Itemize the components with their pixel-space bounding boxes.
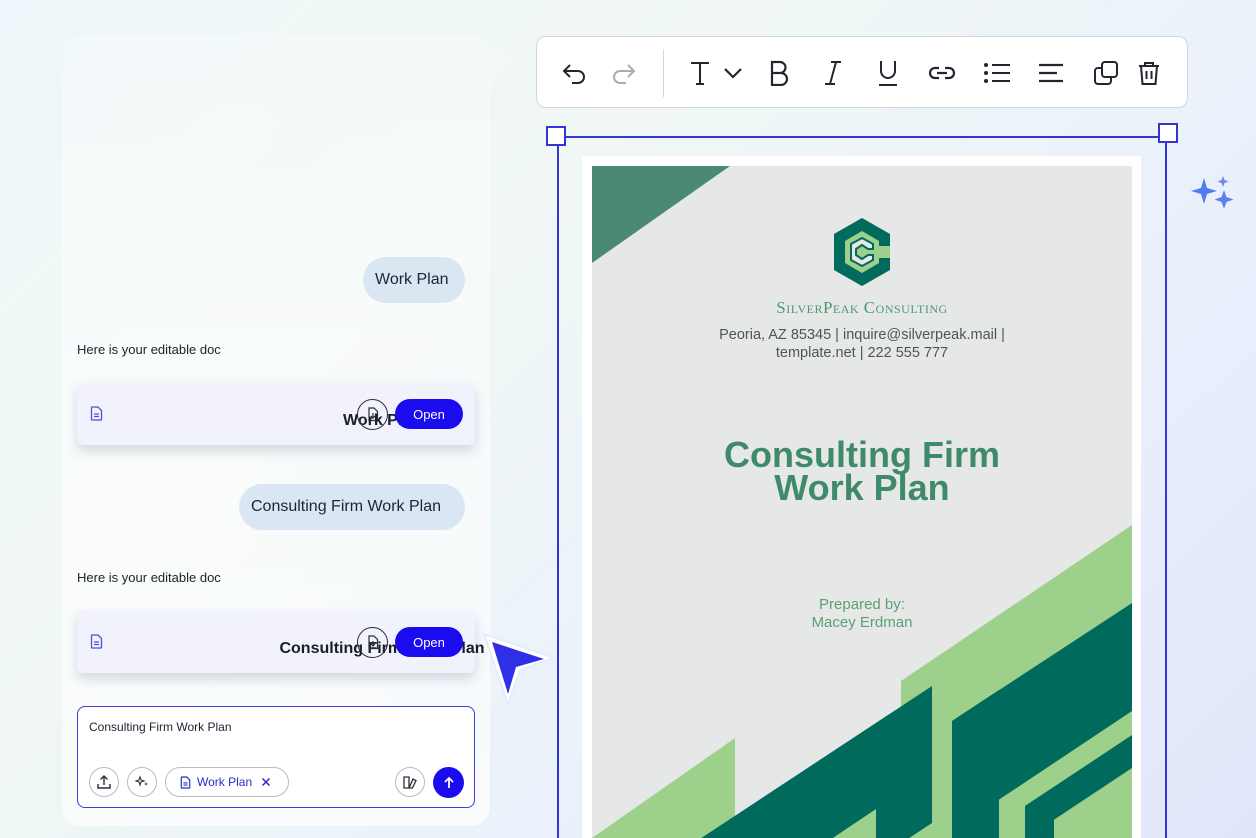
template-icon	[403, 776, 417, 789]
chat-panel: Work Plan Here is your editable doc Work…	[62, 36, 490, 826]
magic-button[interactable]	[127, 767, 157, 797]
download-button[interactable]	[357, 399, 388, 430]
duplicate-icon	[1094, 61, 1118, 85]
close-icon[interactable]	[261, 777, 271, 787]
undo-icon	[562, 64, 585, 84]
underline-button[interactable]	[872, 57, 904, 89]
sparkle-icon	[135, 775, 148, 787]
user-message-text: Consulting Firm Work Plan	[251, 498, 441, 515]
document-icon	[180, 775, 191, 789]
download-icon	[367, 635, 378, 650]
user-message-text: Work Plan	[375, 271, 449, 288]
prompt-input[interactable]: Consulting Firm Work Plan	[89, 720, 232, 734]
document-icon	[90, 406, 103, 426]
redo-icon	[613, 64, 636, 84]
underline-icon	[879, 61, 897, 86]
document-icon	[90, 634, 103, 654]
download-button[interactable]	[357, 627, 388, 658]
assistant-message: Here is your editable doc	[77, 342, 221, 357]
redo-button[interactable]	[607, 57, 639, 89]
text-style-dropdown[interactable]	[717, 57, 749, 89]
upload-icon	[97, 775, 111, 789]
align-left-icon	[1039, 63, 1063, 83]
upload-button[interactable]	[89, 767, 119, 797]
bulleted-list-icon	[984, 63, 1010, 83]
text-style-button[interactable]	[684, 57, 716, 89]
template-button[interactable]	[395, 767, 425, 797]
link-icon	[928, 66, 956, 80]
open-button[interactable]: Open	[395, 399, 463, 429]
open-button[interactable]: Open	[395, 627, 463, 657]
link-button[interactable]	[926, 57, 958, 89]
italic-button[interactable]	[817, 57, 849, 89]
prompt-composer[interactable]: Consulting Firm Work Plan Work Plan	[77, 706, 475, 808]
chevron-down-icon	[724, 68, 742, 79]
resize-handle-top-left[interactable]	[546, 126, 566, 146]
duplicate-button[interactable]	[1090, 57, 1122, 89]
bulleted-list-button[interactable]	[981, 57, 1013, 89]
align-left-button[interactable]	[1035, 57, 1067, 89]
italic-icon	[825, 61, 841, 85]
delete-icon	[1139, 62, 1159, 85]
bold-icon	[770, 60, 789, 86]
doc-card[interactable]: Work Plan Open	[77, 383, 475, 445]
text-style-icon	[691, 62, 709, 85]
attachment-chip-label: Work Plan	[197, 775, 253, 789]
doc-card[interactable]: Consulting Firm Work Plan Open	[77, 611, 485, 673]
delete-button[interactable]	[1133, 57, 1165, 89]
user-message: Work Plan	[363, 257, 465, 303]
resize-handle-top-right[interactable]	[1158, 123, 1178, 143]
user-message: Consulting Firm Work Plan	[239, 484, 465, 530]
download-icon	[367, 407, 378, 422]
undo-button[interactable]	[559, 57, 591, 89]
selection-frame[interactable]	[557, 136, 1167, 838]
toolbar-divider	[663, 49, 664, 97]
attachment-chip[interactable]: Work Plan	[165, 767, 289, 797]
bold-button[interactable]	[763, 57, 795, 89]
cursor-arrow-icon	[482, 632, 558, 708]
send-button[interactable]	[433, 767, 464, 798]
assistant-message: Here is your editable doc	[77, 570, 221, 585]
ai-sparkle-icon	[1191, 176, 1234, 209]
arrow-up-icon	[443, 776, 454, 788]
format-toolbar	[536, 36, 1188, 108]
